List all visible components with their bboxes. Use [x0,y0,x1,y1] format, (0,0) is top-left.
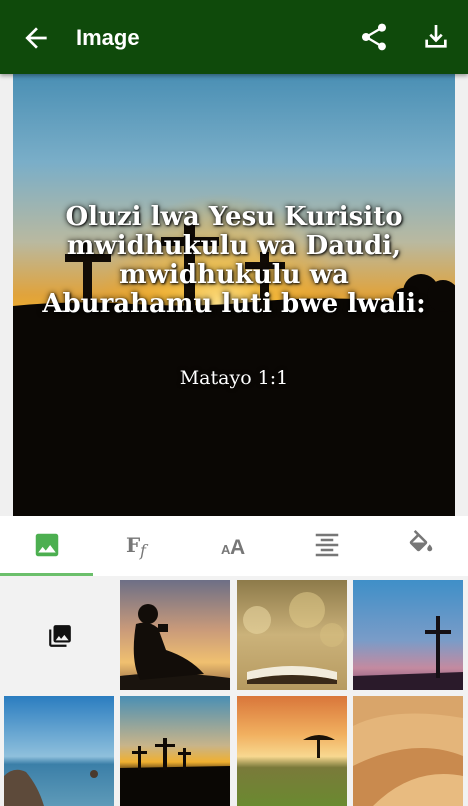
page-title: Image [76,25,140,50]
thumbnail-desert-dunes[interactable] [353,696,463,806]
thumbnail-image [353,580,463,690]
tab-text-alignment[interactable] [280,516,373,576]
download-icon[interactable] [420,21,452,53]
color-fill-icon [409,530,433,552]
tab-text-size[interactable]: A A [187,516,280,576]
thumbnail-image [120,580,230,690]
photo-library-icon [49,625,71,647]
thumbnail-cross-dusk[interactable] [353,580,463,690]
thumbnail-boy-reading[interactable] [120,580,230,690]
thumbnail-sea-rocks[interactable] [4,696,114,806]
font-family-icon: F f [126,533,149,560]
preview-area: Oluzi lwa Yesu Kurisito mwidhukulu wa Da… [0,74,468,516]
thumbnail-image [4,696,114,806]
thumbnail-image [120,696,230,806]
thumbnail-image [237,580,347,690]
app-bar: Image [0,0,468,74]
verse-reference: Matayo 1:1 [179,367,289,389]
gallery-picker-button[interactable] [4,580,114,690]
svg-text:A: A [230,536,245,559]
thumbnail-open-bible[interactable] [237,580,347,690]
thumbnail-savanna-tree[interactable] [237,696,347,806]
svg-text:f: f [139,541,149,560]
verse-text: Oluzi lwa Yesu Kurisito mwidhukulu wa Da… [42,202,426,319]
align-center-icon [315,533,339,557]
tab-font-family[interactable]: F f [93,516,186,576]
image-icon [35,533,59,557]
share-icon[interactable] [358,21,390,53]
tab-background-image[interactable] [0,516,93,576]
svg-text:F: F [126,533,140,557]
text-size-icon: A A [221,536,245,559]
thumbnail-image [353,696,463,806]
verse-image-preview: Oluzi lwa Yesu Kurisito mwidhukulu wa Da… [13,74,455,516]
thumbnail-three-crosses[interactable] [120,696,230,806]
editor-tab-bar: F f A A [0,516,468,576]
thumbnail-image [237,696,347,806]
tab-text-color[interactable] [374,516,467,576]
background-picker-grid [0,576,468,806]
arrow-back-icon[interactable] [20,22,52,54]
